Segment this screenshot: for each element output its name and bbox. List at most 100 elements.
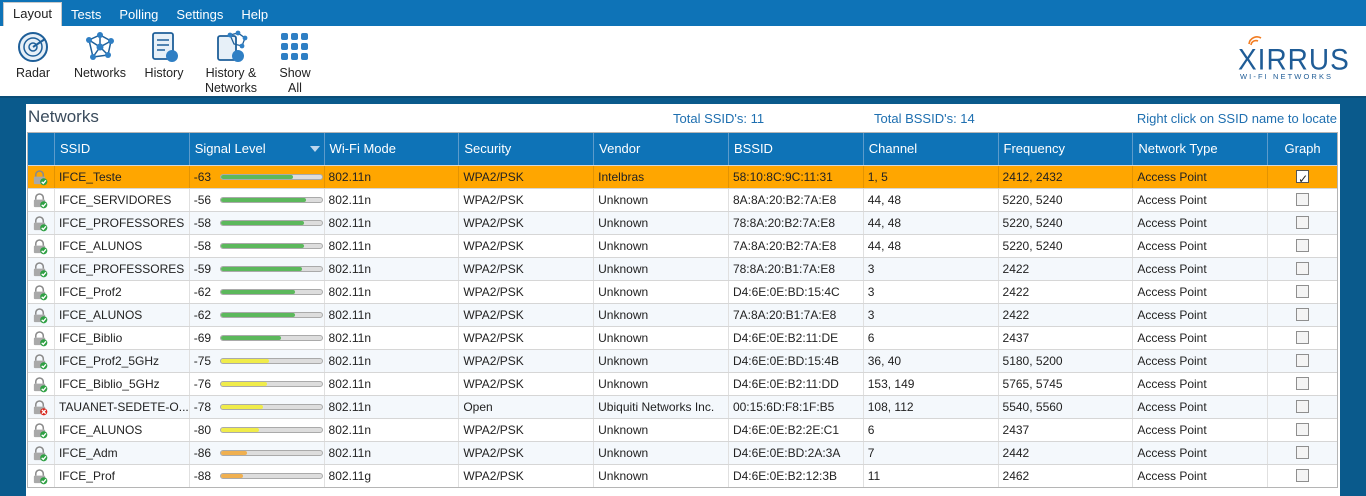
total-ssids: Total SSID's: 11 <box>673 111 765 126</box>
frequency-cell: 2442 <box>999 442 1134 464</box>
network-type-cell: Access Point <box>1133 396 1269 418</box>
ssid-cell[interactable]: IFCE_Prof <box>55 465 190 487</box>
col-wifi-mode[interactable]: Wi-Fi Mode <box>325 133 460 165</box>
network-type-cell: Access Point <box>1133 189 1269 211</box>
table-row[interactable]: IFCE_ALUNOS -62 802.11n WPA2/PSK Unknown 7A:8… <box>28 303 1337 326</box>
ssid-cell[interactable]: IFCE_Biblio_5GHz <box>55 373 190 395</box>
graph-checkbox[interactable] <box>1296 354 1310 368</box>
ssid-cell[interactable]: IFCE_ALUNOS <box>55 304 190 326</box>
history-networks-button[interactable]: History & Networks <box>200 30 262 96</box>
signal-cell: -69 <box>190 327 325 349</box>
ssid-cell[interactable]: IFCE_ALUNOS <box>55 235 190 257</box>
security-cell: WPA2/PSK <box>459 212 595 234</box>
lock-secured-icon <box>33 262 48 278</box>
security-cell: WPA2/PSK <box>459 327 595 349</box>
security-cell: Open <box>459 396 595 418</box>
graph-checkbox[interactable] <box>1296 168 1310 188</box>
menu-layout[interactable]: Layout <box>3 2 63 26</box>
menu-polling[interactable]: Polling <box>110 4 167 26</box>
vendor-cell: Intelbras <box>594 166 729 188</box>
table-row[interactable]: IFCE_SERVIDORES -56 802.11n WPA2/PSK Unknown… <box>28 188 1337 211</box>
networks-panel: Networks Total SSID's: 11 Total BSSID's:… <box>26 104 1340 496</box>
graph-checkbox[interactable] <box>1296 193 1310 207</box>
graph-checkbox[interactable] <box>1296 216 1310 230</box>
networks-button[interactable]: Networks <box>70 30 130 81</box>
graph-cell <box>1268 235 1337 257</box>
ssid-cell[interactable]: IFCE_Prof2 <box>55 281 190 303</box>
signal-bar <box>219 473 323 479</box>
graph-checkbox[interactable] <box>1296 446 1310 460</box>
graph-cell <box>1268 419 1337 441</box>
security-cell: WPA2/PSK <box>459 419 595 441</box>
graph-checkbox[interactable] <box>1296 331 1310 345</box>
table-row[interactable]: IFCE_Prof2_5GHz -75 802.11n WPA2/PSK Unknown… <box>28 349 1337 372</box>
table-row[interactable]: IFCE_PROFESSORES -58 802.11n WPA2/PSK Unknow… <box>28 211 1337 234</box>
vendor-cell: Unknown <box>594 281 729 303</box>
table-row[interactable]: IFCE_Adm -86 802.11n WPA2/PSK Unknown D4:6E:0… <box>28 441 1337 464</box>
col-security[interactable]: Security <box>459 133 595 165</box>
graph-checkbox[interactable] <box>1296 308 1310 322</box>
graph-checkbox[interactable] <box>1296 423 1310 437</box>
vendor-cell: Unknown <box>594 189 729 211</box>
table-row[interactable]: IFCE_Prof -88 802.11g WPA2/PSK Unknown D4:6E:… <box>28 464 1337 487</box>
history-button[interactable]: History <box>142 30 186 81</box>
table-row[interactable]: IFCE_Teste -63 802.11n WPA2/PSK Intelbras 58:… <box>28 165 1337 188</box>
table-row[interactable]: IFCE_PROFESSORES -59 802.11n WPA2/PSK Unknow… <box>28 257 1337 280</box>
graph-checkbox[interactable] <box>1296 469 1310 483</box>
history-networks-label: History & Networks <box>204 66 258 95</box>
frequency-cell: 5220, 5240 <box>999 189 1134 211</box>
ssid-cell[interactable]: IFCE_Biblio <box>55 327 190 349</box>
col-network-type[interactable]: Network Type <box>1133 133 1269 165</box>
ssid-cell[interactable]: IFCE_PROFESSORES <box>55 212 190 234</box>
vendor-cell: Unknown <box>594 442 729 464</box>
signal-cell: -86 <box>190 442 325 464</box>
ssid-cell[interactable]: IFCE_ALUNOS <box>55 419 190 441</box>
frequency-cell: 2412, 2432 <box>999 166 1134 188</box>
col-icon <box>28 133 55 165</box>
menu-help[interactable]: Help <box>232 4 277 26</box>
menu-tests[interactable]: Tests <box>62 4 110 26</box>
table-row[interactable]: IFCE_Biblio_5GHz -76 802.11n WPA2/PSK Unknow… <box>28 372 1337 395</box>
graph-checkbox[interactable] <box>1296 285 1310 299</box>
table-row[interactable]: IFCE_ALUNOS -58 802.11n WPA2/PSK Unknown 7A:8… <box>28 234 1337 257</box>
graph-checkbox[interactable] <box>1296 377 1310 391</box>
ssid-cell[interactable]: IFCE_SERVIDORES <box>55 189 190 211</box>
table-row[interactable]: IFCE_Prof2 -62 802.11n WPA2/PSK Unknown D4:6E… <box>28 280 1337 303</box>
show-all-icon <box>281 33 308 60</box>
signal-bar-fill <box>220 175 294 179</box>
graph-checkbox[interactable] <box>1296 400 1310 414</box>
graph-cell <box>1268 373 1337 395</box>
ssid-cell[interactable]: IFCE_Adm <box>55 442 190 464</box>
ssid-cell[interactable]: IFCE_Prof2_5GHz <box>55 350 190 372</box>
col-bssid[interactable]: BSSID <box>729 133 864 165</box>
security-cell: WPA2/PSK <box>459 350 595 372</box>
channel-cell: 3 <box>864 281 999 303</box>
table-row[interactable]: IFCE_Biblio -69 802.11n WPA2/PSK Unknown D4:6… <box>28 326 1337 349</box>
graph-checkbox[interactable] <box>1296 239 1310 253</box>
frequency-cell: 5540, 5560 <box>999 396 1134 418</box>
ssid-cell[interactable]: IFCE_PROFESSORES <box>55 258 190 280</box>
locate-hint: Right click on SSID name to locate <box>1136 111 1337 126</box>
channel-cell: 7 <box>864 442 999 464</box>
table-row[interactable]: IFCE_ALUNOS -80 802.11n WPA2/PSK Unknown D4:6… <box>28 418 1337 441</box>
col-graph[interactable]: Graph <box>1268 133 1337 165</box>
graph-checkbox[interactable] <box>1296 262 1310 276</box>
radar-button[interactable]: Radar <box>12 30 54 81</box>
col-channel[interactable]: Channel <box>864 133 999 165</box>
signal-bar <box>219 450 323 456</box>
signal-cell: -59 <box>190 258 325 280</box>
col-ssid[interactable]: SSID <box>55 133 190 165</box>
vendor-cell: Unknown <box>594 373 729 395</box>
col-frequency[interactable]: Frequency <box>999 133 1134 165</box>
show-all-button[interactable]: Show All <box>276 30 314 96</box>
lock-secured-icon <box>33 285 48 301</box>
table-row[interactable]: TAUANET-SEDETE-O... -78 802.11n Open Ubiquit… <box>28 395 1337 418</box>
col-signal-level[interactable]: Signal Level <box>190 133 325 165</box>
ssid-cell[interactable]: IFCE_Teste <box>55 166 190 188</box>
col-vendor[interactable]: Vendor <box>594 133 729 165</box>
menu-settings[interactable]: Settings <box>167 4 232 26</box>
ssid-cell[interactable]: TAUANET-SEDETE-O... <box>55 396 190 418</box>
networks-label: Networks <box>73 66 127 80</box>
channel-cell: 11 <box>864 465 999 487</box>
network-type-cell: Access Point <box>1133 304 1269 326</box>
